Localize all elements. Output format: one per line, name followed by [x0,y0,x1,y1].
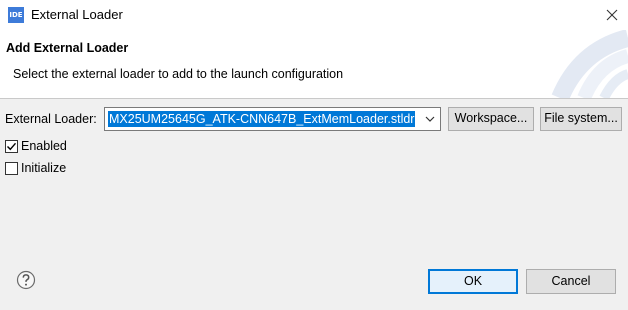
enabled-checkbox[interactable] [5,140,18,153]
header-separator [0,98,628,99]
initialize-label: Initialize [21,161,67,175]
external-loader-label: External Loader: [5,112,97,126]
chevron-down-icon[interactable] [424,113,436,125]
dialog-title: Add External Loader [6,41,129,55]
initialize-checkbox[interactable] [5,162,18,175]
initialize-option[interactable]: Initialize [5,161,85,177]
enabled-label: Enabled [21,139,67,153]
ide-app-icon: IDE [8,7,24,23]
close-button[interactable] [600,4,624,26]
external-loader-selected-value: MX25UM25645G_ATK-CNN647B_ExtMemLoader.st… [108,111,416,127]
check-icon [7,142,17,151]
window-title: External Loader [31,7,123,22]
title-bar: IDE External Loader [0,0,628,30]
close-icon [606,9,618,21]
ok-button[interactable]: OK [428,269,518,294]
dialog-header-banner: Add External Loader Select the external … [0,30,628,98]
external-loader-select[interactable]: MX25UM25645G_ATK-CNN647B_ExtMemLoader.st… [104,107,441,131]
file-system-button[interactable]: File system... [540,107,622,131]
help-icon[interactable] [16,270,36,290]
workspace-button[interactable]: Workspace... [448,107,534,131]
dialog-description: Select the external loader to add to the… [13,67,344,81]
cancel-button[interactable]: Cancel [526,269,616,294]
enabled-option[interactable]: Enabled [5,139,85,155]
banner-decoration-graphic [551,30,628,98]
